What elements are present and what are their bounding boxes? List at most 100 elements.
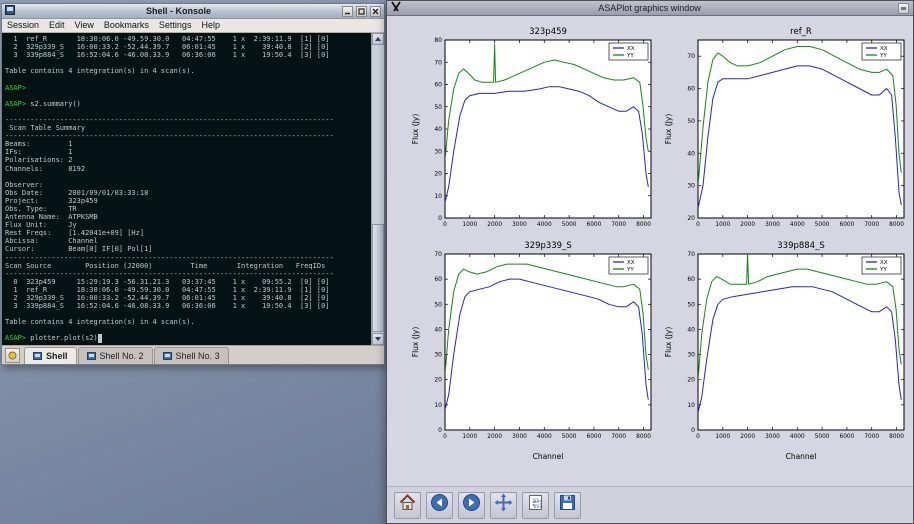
tab-terminal-icon	[163, 352, 172, 360]
svg-text:30: 30	[434, 352, 442, 359]
forward-button[interactable]	[458, 492, 485, 519]
svg-text:Channel: Channel	[786, 452, 817, 461]
tab-shell[interactable]: Shell	[24, 347, 77, 364]
konsole-menubar: Session Edit View Bookmarks Settings Hel…	[2, 19, 384, 33]
terminal-line: ASAP> plotter.plot(s2)	[5, 334, 368, 342]
svg-text:3000: 3000	[512, 434, 527, 440]
svg-text:30: 30	[434, 148, 442, 155]
figure-canvas[interactable]: 323p459010002000300040005000600070008000…	[387, 16, 913, 486]
svg-text:20: 20	[687, 377, 695, 384]
pan-button[interactable]	[490, 492, 517, 519]
window-title: ASAPlot graphics window	[405, 1, 894, 15]
home-icon	[398, 493, 417, 517]
svg-text:3000: 3000	[765, 222, 780, 228]
tab-shell-2[interactable]: Shell No. 2	[78, 347, 153, 364]
scroll-up-icon[interactable]	[372, 33, 384, 45]
svg-text:0: 0	[696, 222, 700, 228]
svg-text:10: 10	[434, 402, 442, 409]
menu-item-help[interactable]: Help	[201, 19, 220, 32]
svg-text:70: 70	[687, 53, 695, 60]
menu-item-session[interactable]: Session	[7, 19, 39, 32]
svg-text:60: 60	[687, 86, 695, 93]
subplot-ref-r[interactable]: ref_R01000200030004000500060007000800020…	[662, 24, 912, 236]
svg-text:2000: 2000	[487, 222, 502, 228]
svg-text:10: 10	[687, 402, 695, 409]
svg-text:XX: XX	[627, 46, 635, 52]
svg-text:40: 40	[687, 150, 695, 157]
save-button[interactable]	[554, 492, 581, 519]
svg-text:5000: 5000	[815, 434, 830, 440]
svg-text:10: 10	[434, 193, 442, 200]
terminal-scrollbar[interactable]	[371, 33, 384, 345]
zoom-icon	[526, 493, 545, 517]
subplot-339p884-s[interactable]: 339p884_S0100020003000400050006000700080…	[662, 238, 912, 464]
terminal-line: Beams: 1	[5, 140, 368, 148]
terminal-line: Obs Date: 2001/09/01/03:33:18	[5, 189, 368, 197]
svg-text:3000: 3000	[765, 434, 780, 440]
terminal-line: ----------------------------------------…	[5, 270, 368, 278]
tab-label: Shell No. 3	[176, 351, 220, 361]
window-title: Shell - Konsole	[18, 4, 339, 18]
tab-shell-3[interactable]: Shell No. 3	[154, 347, 229, 364]
svg-text:1000: 1000	[715, 222, 730, 228]
terminal-line: Antenna Name: ATPKSMB	[5, 213, 368, 221]
scrollbar-thumb[interactable]	[372, 224, 384, 332]
svg-text:Flux (Jy): Flux (Jy)	[411, 327, 420, 358]
svg-text:Channel: Channel	[533, 452, 564, 461]
scroll-down-icon[interactable]	[372, 333, 384, 345]
zoom-button[interactable]	[522, 492, 549, 519]
close-button[interactable]	[370, 6, 381, 17]
svg-text:XX: XX	[627, 260, 635, 266]
menu-item-settings[interactable]: Settings	[159, 19, 192, 32]
svg-text:Flux (Jy): Flux (Jy)	[664, 327, 673, 358]
terminal-line: Scan Table Summary	[5, 124, 368, 132]
titlebar-button[interactable]	[898, 3, 909, 14]
svg-text:60: 60	[434, 82, 442, 89]
maximize-button[interactable]	[356, 6, 367, 17]
svg-text:0: 0	[696, 434, 700, 440]
svg-text:80: 80	[434, 37, 442, 44]
subplot-329p339-s[interactable]: 329p339_S0100020003000400050006000700080…	[409, 238, 659, 464]
tab-terminal-icon	[87, 352, 96, 360]
asaplot-titlebar[interactable]: ASAPlot graphics window	[387, 1, 913, 16]
svg-text:70: 70	[687, 251, 695, 258]
svg-text:4000: 4000	[790, 222, 805, 228]
home-button[interactable]	[394, 492, 421, 519]
terminal-line: 1 ref_R 18:30:06.0 -49.59.30.0 04:47:55 …	[5, 35, 368, 43]
svg-text:5000: 5000	[815, 222, 830, 228]
svg-text:30: 30	[687, 183, 695, 190]
svg-text:Flux (Jy): Flux (Jy)	[411, 114, 420, 145]
minimize-button[interactable]	[342, 6, 353, 17]
terminal-line: Observer:	[5, 181, 368, 189]
terminal-line	[5, 310, 368, 318]
svg-text:2000: 2000	[740, 434, 755, 440]
konsole-window: Shell - Konsole Session Edit View Bookma…	[1, 3, 385, 365]
svg-text:5000: 5000	[562, 222, 577, 228]
subplot-323p459[interactable]: 323p459010002000300040005000600070008000…	[409, 24, 659, 236]
back-button[interactable]	[426, 492, 453, 519]
tab-label: Shell	[46, 351, 68, 361]
menu-item-view[interactable]: View	[75, 19, 94, 32]
svg-text:XX: XX	[880, 46, 888, 52]
svg-text:40: 40	[434, 126, 442, 133]
svg-text:4000: 4000	[537, 222, 552, 228]
svg-text:70: 70	[434, 251, 442, 258]
svg-text:0: 0	[443, 222, 447, 228]
menu-item-edit[interactable]: Edit	[49, 19, 65, 32]
svg-text:40: 40	[687, 326, 695, 333]
terminal-line: Obs. Type: TR	[5, 205, 368, 213]
x11-logo-icon	[391, 0, 401, 17]
svg-text:50: 50	[687, 301, 695, 308]
new-session-icon[interactable]	[5, 348, 20, 363]
terminal-line: 3 339p884_S 16:52:04.6 -46.08.33.9 06:36…	[5, 302, 368, 310]
menu-item-bookmarks[interactable]: Bookmarks	[104, 19, 149, 32]
svg-text:2000: 2000	[487, 434, 502, 440]
svg-text:50: 50	[434, 104, 442, 111]
konsole-titlebar[interactable]: Shell - Konsole	[2, 4, 384, 19]
svg-text:7000: 7000	[611, 222, 626, 228]
terminal-line	[5, 75, 368, 83]
svg-text:1000: 1000	[462, 434, 477, 440]
svg-text:20: 20	[434, 171, 442, 178]
terminal-line: 3 339p884_S 16:52:04.6 -46.08.33.9 06:36…	[5, 51, 368, 59]
terminal[interactable]: 1 ref_R 18:30:06.0 -49.59.30.0 04:47:55 …	[2, 33, 384, 345]
